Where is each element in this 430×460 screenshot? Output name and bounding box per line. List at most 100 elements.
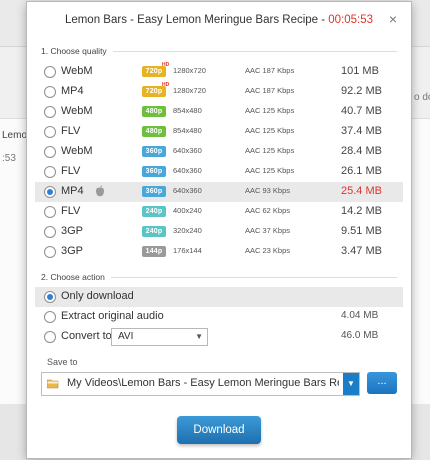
file-size: 28.4 MB (341, 145, 382, 157)
resolution-text: 320x240 (173, 226, 202, 235)
quality-radio[interactable] (44, 186, 56, 198)
radio-convert[interactable] (44, 331, 56, 343)
resolution-text: 854x480 (173, 126, 202, 135)
apple-icon (96, 185, 104, 197)
resolution-badge: 360p (142, 166, 166, 177)
action-convert[interactable]: Convert to AVI ▼ 46.0 MB (35, 327, 403, 347)
quality-row[interactable]: WebM 720p HD 1280x720 AAC 187 Kbps 101 MB (35, 62, 403, 82)
format-label: FLV (61, 205, 81, 217)
quality-radio[interactable] (44, 166, 56, 178)
resolution-text: 854x480 (173, 106, 202, 115)
quality-header-label: 1. Choose quality (41, 46, 107, 56)
action-only-download[interactable]: Only download (35, 287, 403, 307)
format-label: MP4 (61, 85, 84, 97)
audio-bitrate: AAC 125 Kbps (245, 126, 295, 135)
quality-row[interactable]: WebM 360p 640x360 AAC 125 Kbps 28.4 MB (35, 142, 403, 162)
file-size: 26.1 MB (341, 165, 382, 177)
background-right-text: o dow (414, 92, 430, 103)
quality-row[interactable]: MP4 720p HD 1280x720 AAC 187 Kbps 92.2 MB (35, 82, 403, 102)
resolution-badge: 360p (142, 146, 166, 157)
quality-row[interactable]: FLV 360p 640x360 AAC 125 Kbps 26.1 MB (35, 162, 403, 182)
quality-row[interactable]: 3GP 240p 320x240 AAC 37 Kbps 9.51 MB (35, 222, 403, 242)
resolution-text: 176x144 (173, 246, 202, 255)
quality-radio[interactable] (44, 66, 56, 78)
resolution-badge: 240p (142, 226, 166, 237)
download-dialog: Lemon Bars - Easy Lemon Meringue Bars Re… (27, 2, 411, 458)
audio-bitrate: AAC 37 Kbps (245, 226, 291, 235)
format-label: MP4 (61, 185, 84, 197)
resolution-badge: 480p (142, 106, 166, 117)
quality-row[interactable]: WebM 480p 854x480 AAC 125 Kbps 40.7 MB (35, 102, 403, 122)
divider (112, 50, 397, 52)
audio-bitrate: AAC 187 Kbps (245, 66, 295, 75)
chevron-down-icon: ▼ (195, 332, 203, 341)
audio-bitrate: AAC 187 Kbps (245, 86, 295, 95)
file-size: 25.4 MB (341, 185, 382, 197)
format-label: 3GP (61, 225, 84, 237)
action-section-header: 2. Choose action (41, 272, 397, 282)
resolution-text: 640x360 (173, 166, 202, 175)
folder-icon (47, 379, 59, 389)
file-size: 40.7 MB (341, 105, 382, 117)
resolution-text: 1280x720 (173, 66, 206, 75)
path-dropdown-button[interactable]: ▼ (343, 373, 359, 395)
format-label: WebM (61, 65, 93, 77)
resolution-text: 640x360 (173, 186, 202, 195)
download-button[interactable]: Download (177, 416, 261, 444)
background-item-time: :53 (2, 153, 16, 164)
save-path-text: My Videos\Lemon Bars - Easy Lemon Mering… (67, 377, 339, 389)
format-label: FLV (61, 125, 81, 137)
convert-format-value: AVI (118, 331, 134, 342)
audio-bitrate: AAC 93 Kbps (245, 186, 291, 195)
file-size: 14.2 MB (341, 205, 382, 217)
quality-radio[interactable] (44, 226, 56, 238)
convert-label: Convert to (61, 330, 112, 342)
quality-section-header: 1. Choose quality (41, 46, 397, 56)
title-bar: Lemon Bars - Easy Lemon Meringue Bars Re… (27, 2, 411, 38)
resolution-text: 1280x720 (173, 86, 206, 95)
resolution-badge: 144p (142, 246, 166, 257)
audio-bitrate: AAC 62 Kbps (245, 206, 291, 215)
extract-audio-size: 4.04 MB (341, 310, 379, 321)
resolution-badge: 480p (142, 126, 166, 137)
quality-radio[interactable] (44, 126, 56, 138)
format-label: FLV (61, 165, 81, 177)
duration-timer: 00:05:53 (328, 14, 374, 26)
action-extract-audio[interactable]: Extract original audio 4.04 MB (35, 307, 403, 327)
audio-bitrate: AAC 125 Kbps (245, 166, 295, 175)
convert-format-select[interactable]: AVI ▼ (111, 328, 208, 346)
quality-row[interactable]: FLV 240p 400x240 AAC 62 Kbps 14.2 MB (35, 202, 403, 222)
quality-radio[interactable] (44, 146, 56, 158)
audio-bitrate: AAC 23 Kbps (245, 246, 291, 255)
resolution-text: 640x360 (173, 146, 202, 155)
hd-badge: HD (162, 82, 170, 88)
quality-row[interactable]: 3GP 144p 176x144 AAC 23 Kbps 3.47 MB (35, 242, 403, 262)
resolution-badge: 240p (142, 206, 166, 217)
only-download-label: Only download (61, 290, 134, 302)
file-size: 37.4 MB (341, 125, 382, 137)
divider (110, 276, 397, 278)
extract-audio-label: Extract original audio (61, 310, 164, 322)
quality-radio[interactable] (44, 106, 56, 118)
quality-row[interactable]: FLV 480p 854x480 AAC 125 Kbps 37.4 MB (35, 122, 403, 142)
resolution-text: 400x240 (173, 206, 202, 215)
browse-button[interactable]: ... (367, 372, 397, 394)
radio-extract-audio[interactable] (44, 311, 56, 323)
quality-radio[interactable] (44, 206, 56, 218)
quality-row[interactable]: MP4 360p 640x360 AAC 93 Kbps 25.4 MB (35, 182, 403, 202)
save-path-field[interactable]: My Videos\Lemon Bars - Easy Lemon Mering… (41, 372, 360, 396)
radio-only-download[interactable] (44, 291, 56, 303)
close-button[interactable]: × (385, 11, 401, 27)
file-size: 3.47 MB (341, 245, 382, 257)
file-size: 92.2 MB (341, 85, 382, 97)
quality-radio[interactable] (44, 86, 56, 98)
format-label: WebM (61, 105, 93, 117)
quality-radio[interactable] (44, 246, 56, 258)
hd-badge: HD (162, 62, 170, 68)
action-header-label: 2. Choose action (41, 272, 105, 282)
save-to-label: Save to (47, 357, 78, 367)
format-label: WebM (61, 145, 93, 157)
file-size: 101 MB (341, 65, 379, 77)
file-size: 9.51 MB (341, 225, 382, 237)
resolution-badge: 360p (142, 186, 166, 197)
